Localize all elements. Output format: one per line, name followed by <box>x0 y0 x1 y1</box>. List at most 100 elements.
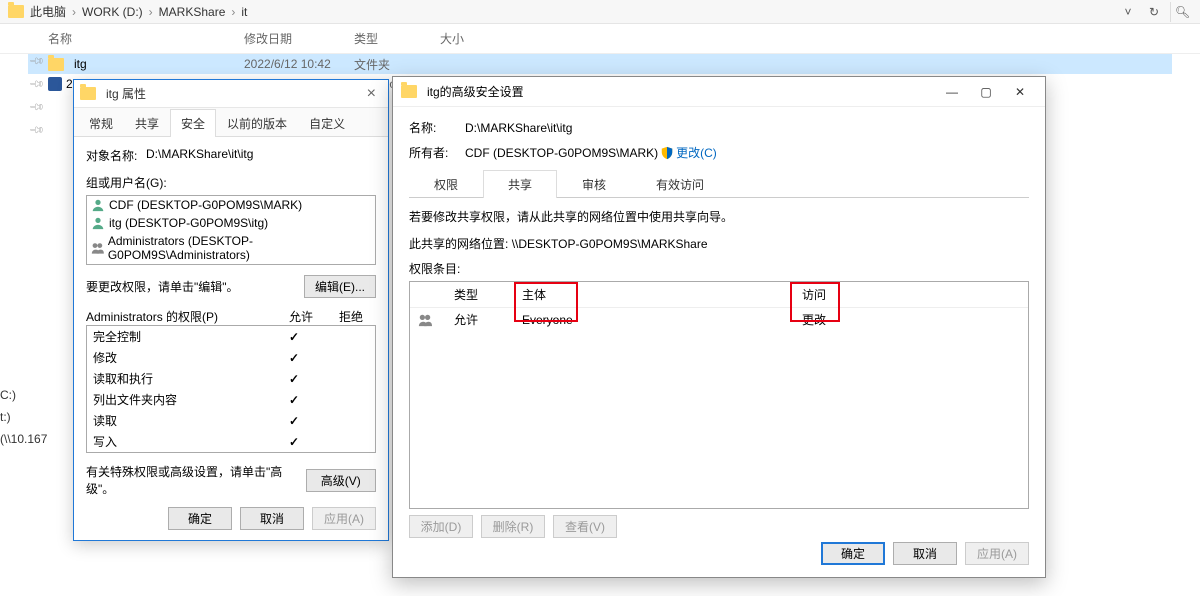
name-value: D:\MARKShare\it\itg <box>465 121 572 135</box>
cancel-button[interactable]: 取消 <box>240 507 304 530</box>
file-modified: 2022/6/12 10:42 <box>244 57 354 71</box>
dialog-title: itg 属性 <box>106 85 146 102</box>
maximize-icon[interactable]: ▢ <box>969 78 1003 106</box>
col-type[interactable]: 类型 <box>454 286 522 303</box>
entry-access: 更改 <box>802 311 902 328</box>
col-modified[interactable]: 修改日期 <box>244 30 354 47</box>
pin-icon: 📌︎ <box>28 122 45 139</box>
user-icon <box>91 198 105 212</box>
object-name-value: D:\MARKShare\it\itg <box>146 147 253 164</box>
group-icon <box>91 241 104 255</box>
col-name[interactable]: 名称 <box>48 30 244 47</box>
doc-icon <box>48 77 62 91</box>
apply-button[interactable]: 应用(A) <box>965 542 1029 565</box>
edit-note: 要更改权限，请单击"编辑"。 <box>86 278 239 295</box>
ok-button[interactable]: 确定 <box>168 507 232 530</box>
tab-sharing[interactable]: 共享 <box>124 109 170 137</box>
dropdown-icon[interactable]: ˅ <box>1118 2 1138 22</box>
perm-row: 列出文件夹内容 <box>87 389 375 410</box>
chevron-right-icon: › <box>149 5 153 19</box>
tab-bar: 权限 共享 审核 有效访问 <box>409 169 1029 198</box>
folder-icon <box>8 5 24 18</box>
nav-tree-fragments: C:) t:) (\\10.167 <box>0 384 47 450</box>
tab-effective[interactable]: 有效访问 <box>631 170 729 198</box>
perm-name: 读取 <box>93 412 269 429</box>
tab-security[interactable]: 安全 <box>170 109 216 137</box>
object-name-label: 对象名称: <box>86 147 146 164</box>
col-type[interactable]: 类型 <box>354 30 440 47</box>
user-icon <box>91 216 105 230</box>
crumb[interactable]: it <box>241 5 247 19</box>
deny-header: 拒绝 <box>326 308 376 325</box>
ok-button[interactable]: 确定 <box>821 542 885 565</box>
user-label: itg (DESKTOP-G0POM9S\itg) <box>109 216 268 230</box>
remove-button[interactable]: 删除(R) <box>481 515 545 538</box>
close-icon[interactable]: ✕ <box>1003 78 1037 106</box>
file-row[interactable]: itg 2022/6/12 10:42 文件夹 <box>28 54 1172 74</box>
edit-button[interactable]: 编辑(E)... <box>304 275 376 298</box>
tab-custom[interactable]: 自定义 <box>298 109 356 137</box>
table-row[interactable]: 允许 Everyone 更改 <box>410 308 1028 331</box>
permissions-list[interactable]: 完全控制 修改 读取和执行 列出文件夹内容 读取 写入 <box>86 325 376 453</box>
perm-name: 读取和执行 <box>93 370 269 387</box>
address-bar[interactable]: 此电脑 › WORK (D:) › MARKShare › it ˅ ↻ 🔍︎ <box>0 0 1200 24</box>
tab-general[interactable]: 常规 <box>78 109 124 137</box>
perm-row: 读取 <box>87 410 375 431</box>
list-item[interactable]: CDF (DESKTOP-G0POM9S\MARK) <box>87 196 375 214</box>
check-icon <box>269 372 319 386</box>
list-item[interactable]: itg (DESKTOP-G0POM9S\itg) <box>87 214 375 232</box>
tab-audit[interactable]: 审核 <box>557 170 631 198</box>
perm-name: 列出文件夹内容 <box>93 391 269 408</box>
nav-item[interactable]: (\\10.167 <box>0 428 47 450</box>
file-name: 2 <box>66 77 73 91</box>
titlebar[interactable]: itg的高级安全设置 — ▢ ✕ <box>393 77 1045 107</box>
perm-row: 完全控制 <box>87 326 375 347</box>
view-button[interactable]: 查看(V) <box>553 515 617 538</box>
refresh-icon[interactable]: ↻ <box>1144 2 1164 22</box>
check-icon <box>269 414 319 428</box>
column-headers[interactable]: 名称 修改日期 类型 大小 <box>0 24 1200 54</box>
chevron-right-icon: › <box>231 5 235 19</box>
change-owner-link[interactable]: 更改(C) <box>676 144 717 161</box>
pin-icon: 📌︎ <box>28 76 45 93</box>
file-name: itg <box>74 57 87 71</box>
titlebar[interactable]: itg 属性 × <box>74 80 388 108</box>
col-size[interactable]: 大小 <box>440 30 500 47</box>
nav-item[interactable]: C:) <box>0 384 47 406</box>
check-icon <box>269 351 319 365</box>
tab-sharing[interactable]: 共享 <box>483 170 557 198</box>
breadcrumb[interactable]: 此电脑 › WORK (D:) › MARKShare › it <box>30 3 247 20</box>
col-principal[interactable]: 主体 <box>522 286 802 303</box>
allow-header: 允许 <box>276 308 326 325</box>
tab-previous[interactable]: 以前的版本 <box>216 109 298 137</box>
table-header: 类型 主体 访问 <box>410 282 1028 308</box>
advanced-button[interactable]: 高级(V) <box>306 469 376 492</box>
entry-principal: Everyone <box>522 313 802 327</box>
pin-icon: 📌︎ <box>28 53 45 70</box>
search-icon[interactable]: 🔍︎ <box>1170 2 1194 22</box>
tab-permissions[interactable]: 权限 <box>409 170 483 198</box>
user-label: CDF (DESKTOP-G0POM9S\MARK) <box>109 198 302 212</box>
entries-label: 权限条目: <box>409 260 1029 277</box>
add-button[interactable]: 添加(D) <box>409 515 473 538</box>
crumb[interactable]: 此电脑 <box>30 3 66 20</box>
crumb[interactable]: WORK (D:) <box>82 5 143 19</box>
close-icon[interactable]: × <box>361 85 382 103</box>
minimize-icon[interactable]: — <box>935 78 969 106</box>
permission-entries-table[interactable]: 类型 主体 访问 允许 Everyone 更改 <box>409 281 1029 509</box>
pin-icon: 📌︎ <box>28 99 45 116</box>
crumb[interactable]: MARKShare <box>159 5 226 19</box>
cancel-button[interactable]: 取消 <box>893 542 957 565</box>
group-users-label: 组或用户名(G): <box>86 174 376 191</box>
tab-bar: 常规 共享 安全 以前的版本 自定义 <box>74 108 388 137</box>
chevron-right-icon: › <box>72 5 76 19</box>
perm-row: 修改 <box>87 347 375 368</box>
apply-button[interactable]: 应用(A) <box>312 507 376 530</box>
perm-row: 写入 <box>87 431 375 452</box>
list-item[interactable]: Administrators (DESKTOP-G0POM9S\Administ… <box>87 232 375 264</box>
users-listbox[interactable]: CDF (DESKTOP-G0POM9S\MARK) itg (DESKTOP-… <box>86 195 376 265</box>
check-icon <box>269 435 319 449</box>
col-access[interactable]: 访问 <box>802 286 902 303</box>
nav-item[interactable]: t:) <box>0 406 47 428</box>
owner-value: CDF (DESKTOP-G0POM9S\MARK) <box>465 146 658 160</box>
